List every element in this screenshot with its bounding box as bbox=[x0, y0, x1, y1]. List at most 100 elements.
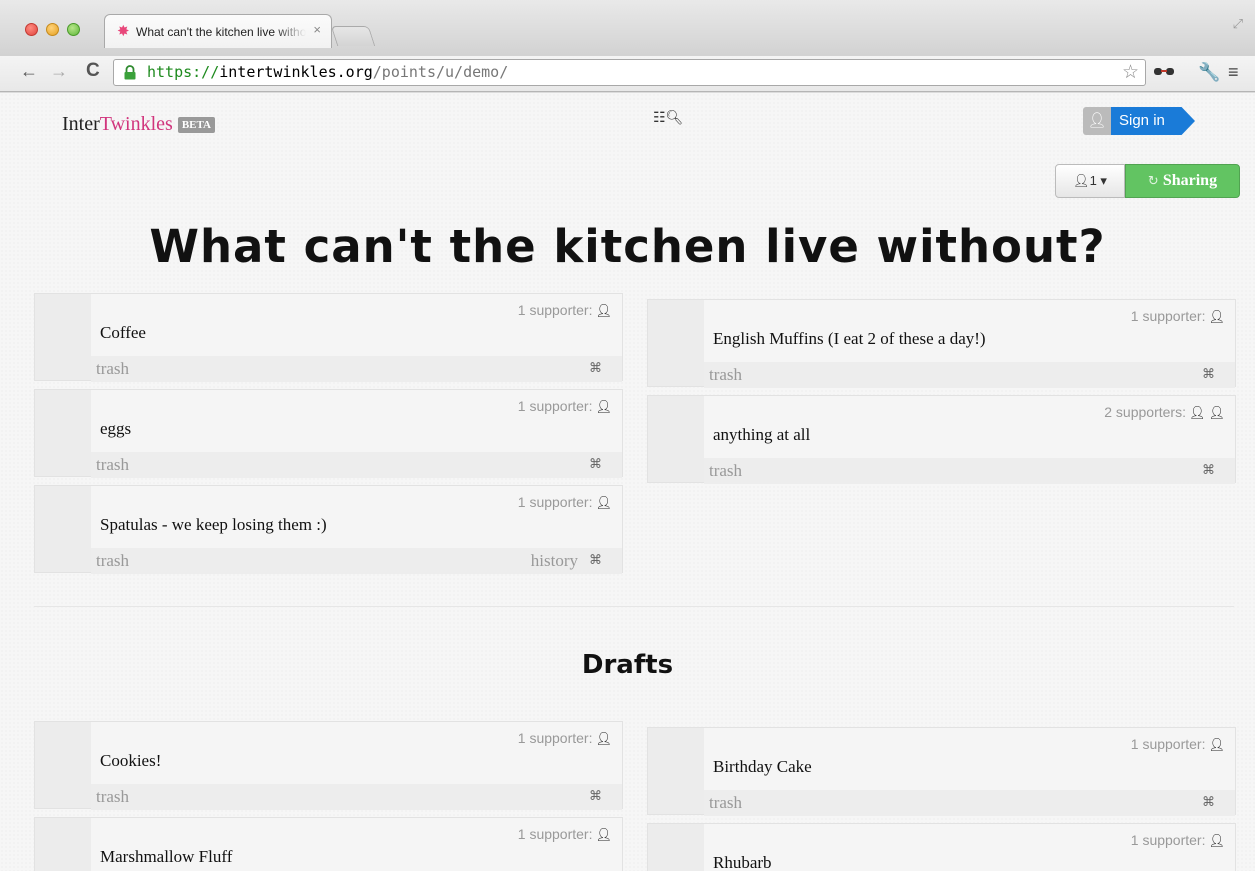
point-text: Marshmallow Fluff bbox=[100, 847, 233, 866]
sharing-button[interactable]: ↻ Sharing bbox=[1125, 164, 1240, 198]
move-icon[interactable]: ⌘ bbox=[589, 456, 602, 472]
brand-inter: Inter bbox=[62, 113, 100, 135]
supporters-count[interactable]: 1 supporter: 👤︎ bbox=[518, 398, 612, 415]
point-text: Spatulas - we keep losing them :) bbox=[100, 515, 327, 534]
users-count: 1 bbox=[1089, 173, 1097, 188]
beta-badge: BETA bbox=[177, 117, 215, 133]
point-card[interactable]: 1 supporter: 👤︎ Cookies! trash ⌘ bbox=[34, 721, 623, 810]
new-tab-button[interactable] bbox=[330, 26, 376, 46]
card-footer: trash ⌘ bbox=[704, 790, 1235, 816]
supporters-count[interactable]: 1 supporter: 👤︎ bbox=[518, 494, 612, 511]
supporters-count[interactable]: 2 supporters: 👤︎ 👤︎ bbox=[1104, 404, 1225, 421]
point-card[interactable]: 1 supporter: 👤︎ Coffee trash ⌘ bbox=[34, 293, 623, 382]
reload-icon[interactable]: C bbox=[86, 59, 100, 83]
supporters-label: 1 supporter: bbox=[517, 730, 593, 746]
card-drag-strip[interactable] bbox=[35, 486, 91, 572]
trash-link[interactable]: trash bbox=[709, 365, 742, 385]
point-card[interactable]: 1 supporter: 👤︎ Spatulas - we keep losing … bbox=[34, 485, 623, 574]
forward-arrow-icon[interactable]: → bbox=[50, 59, 68, 83]
supporters-count[interactable]: 1 supporter: 👤︎ bbox=[1131, 308, 1225, 325]
point-card[interactable]: 1 supporter: 👤︎ English Muffins (I eat 2 o… bbox=[647, 299, 1236, 388]
browser-tab-active[interactable]: ✸ What can't the kitchen live without? × bbox=[104, 14, 332, 48]
point-card[interactable]: 1 supporter:👤︎Rhubarbtrash⌘ bbox=[647, 823, 1236, 871]
point-text: Cookies! bbox=[100, 751, 162, 770]
point-text: Birthday Cake bbox=[713, 757, 812, 776]
trash-link[interactable]: trash bbox=[96, 455, 129, 475]
move-icon[interactable]: ⌘ bbox=[589, 788, 602, 804]
supporters-count[interactable]: 1 supporter: 👤︎ bbox=[518, 826, 612, 843]
window-minimize-button[interactable] bbox=[46, 23, 59, 36]
card-footer: trash history ⌘ bbox=[91, 548, 622, 574]
address-bar[interactable]: https://intertwinkles.org/points/u/demo/… bbox=[113, 59, 1146, 86]
move-icon[interactable]: ⌘ bbox=[589, 552, 602, 568]
card-drag-strip[interactable] bbox=[648, 396, 704, 482]
section-divider bbox=[34, 606, 1234, 607]
browser-titlebar: ✸ What can't the kitchen live without? ×… bbox=[0, 0, 1255, 56]
menu-icon[interactable]: ≡ bbox=[1228, 60, 1239, 84]
trash-link[interactable]: trash bbox=[96, 551, 129, 571]
point-card[interactable]: 1 supporter: 👤︎ eggs trash ⌘ bbox=[34, 389, 623, 478]
move-icon[interactable]: ⌘ bbox=[589, 360, 602, 376]
window-close-button[interactable] bbox=[25, 23, 38, 36]
brand-twinkles: Twinkles bbox=[99, 113, 173, 135]
brand-logo[interactable]: InterTwinkles BETA bbox=[62, 113, 215, 136]
card-drag-strip[interactable] bbox=[648, 728, 704, 814]
card-body: 1 supporter: 👤︎ Cookies! bbox=[91, 722, 622, 784]
page-content: InterTwinkles BETA ☷🔍︎ 👤︎ Sign in 👤︎1 ▾ ↻… bbox=[0, 93, 1255, 871]
back-arrow-icon[interactable]: ← bbox=[20, 59, 38, 83]
card-drag-strip[interactable] bbox=[35, 390, 91, 476]
history-link[interactable]: history bbox=[531, 551, 578, 571]
card-drag-strip[interactable] bbox=[35, 722, 91, 808]
supporters-label: 2 supporters: bbox=[1104, 404, 1186, 420]
supporters-label: 1 supporter: bbox=[517, 826, 593, 842]
supporters-count[interactable]: 1 supporter: 👤︎ bbox=[1131, 832, 1225, 849]
wrench-icon[interactable]: 🔧 bbox=[1198, 60, 1220, 84]
point-card[interactable]: 2 supporters: 👤︎ 👤︎ anything at all trash ⌘ bbox=[647, 395, 1236, 484]
users-dropdown-button[interactable]: 👤︎1 ▾ bbox=[1055, 164, 1125, 198]
move-icon[interactable]: ⌘ bbox=[1202, 794, 1215, 810]
person-icon: 👤︎ bbox=[595, 303, 612, 318]
list-search-icon[interactable]: ☷🔍︎ bbox=[653, 109, 683, 126]
card-drag-strip[interactable] bbox=[648, 824, 704, 871]
point-text: eggs bbox=[100, 419, 132, 438]
glasses-extension-icon[interactable] bbox=[1153, 60, 1175, 84]
move-icon[interactable]: ⌘ bbox=[1202, 366, 1215, 382]
card-body: 1 supporter: 👤︎ English Muffins (I eat 2 o… bbox=[704, 300, 1235, 362]
fullscreen-icon[interactable]: ⤢ bbox=[1233, 16, 1243, 32]
move-icon[interactable]: ⌘ bbox=[1202, 462, 1215, 478]
card-body: 1 supporter: 👤︎ eggs bbox=[91, 390, 622, 452]
bookmark-star-icon[interactable]: ☆ bbox=[1122, 62, 1139, 83]
supporters-label: 1 supporter: bbox=[517, 494, 593, 510]
supporters-label: 1 supporter: bbox=[1130, 832, 1206, 848]
supporters-count[interactable]: 1 supporter: 👤︎ bbox=[1131, 736, 1225, 753]
tab-close-icon[interactable]: × bbox=[313, 23, 321, 37]
point-card[interactable]: 1 supporter: 👤︎ Birthday Cake trash ⌘ bbox=[647, 727, 1236, 816]
point-text: Coffee bbox=[100, 323, 146, 342]
sign-in-button[interactable]: Sign in bbox=[1111, 107, 1195, 135]
url-text: https://intertwinkles.org/points/u/demo/ bbox=[147, 63, 508, 82]
supporters-count[interactable]: 1 supporter: 👤︎ bbox=[518, 730, 612, 747]
drafts-heading: Drafts bbox=[581, 650, 674, 680]
card-drag-strip[interactable] bbox=[648, 300, 704, 386]
point-card[interactable]: 1 supporter:👤︎Marshmallow Flufftrash⌘ bbox=[34, 817, 623, 871]
card-footer: trash ⌘ bbox=[91, 356, 622, 382]
trash-link[interactable]: trash bbox=[709, 461, 742, 481]
trash-link[interactable]: trash bbox=[96, 787, 129, 807]
card-body: 2 supporters: 👤︎ 👤︎ anything at all bbox=[704, 396, 1235, 458]
trash-link[interactable]: trash bbox=[709, 793, 742, 813]
point-text: anything at all bbox=[713, 425, 811, 444]
person-icon: 👤︎ bbox=[1073, 173, 1090, 188]
supporters-label: 1 supporter: bbox=[1130, 736, 1206, 752]
card-footer: trash ⌘ bbox=[704, 362, 1235, 388]
trash-link[interactable]: trash bbox=[96, 359, 129, 379]
url-path: /points/u/demo/ bbox=[372, 63, 509, 81]
url-host: intertwinkles.org bbox=[219, 63, 373, 81]
person-icon: 👤︎ bbox=[1208, 737, 1225, 752]
page-title: What can't the kitchen live without? bbox=[149, 220, 1106, 273]
person-icon: 👤︎ bbox=[1208, 405, 1225, 420]
card-drag-strip[interactable] bbox=[35, 818, 91, 871]
supporters-count[interactable]: 1 supporter: 👤︎ bbox=[518, 302, 612, 319]
card-drag-strip[interactable] bbox=[35, 294, 91, 380]
card-body: 1 supporter: 👤︎ Birthday Cake bbox=[704, 728, 1235, 790]
window-maximize-button[interactable] bbox=[67, 23, 80, 36]
